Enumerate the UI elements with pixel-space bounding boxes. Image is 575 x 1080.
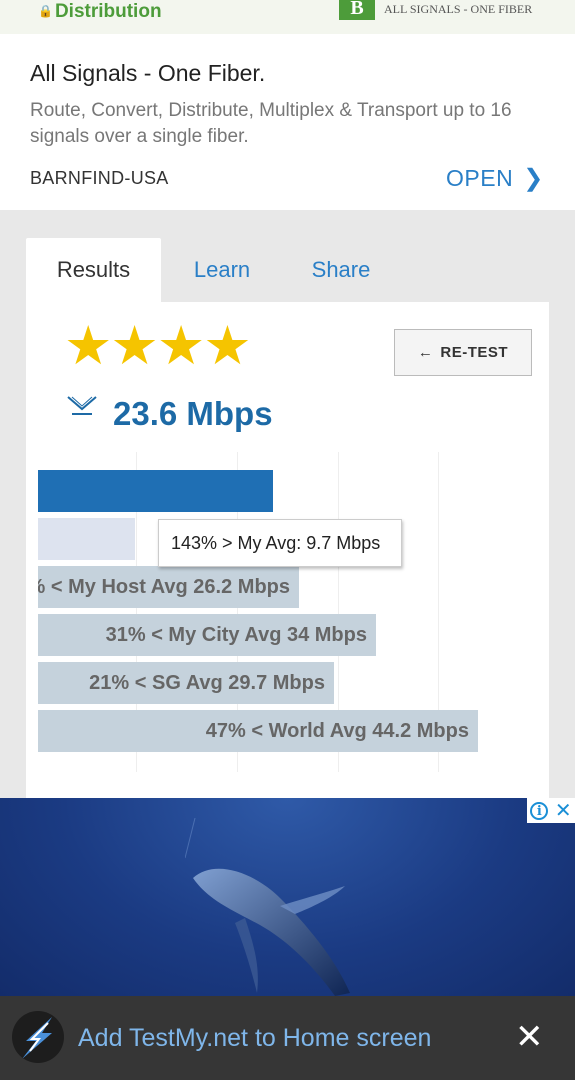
testmy-logo-icon bbox=[12, 1011, 64, 1063]
comparison-bar[interactable]: 10% < My Host Avg 26.2 Mbps bbox=[38, 566, 299, 608]
retest-button[interactable]: ← RE-TEST bbox=[394, 329, 532, 376]
chart-tooltip: 143% > My Avg: 9.7 Mbps bbox=[158, 519, 402, 567]
whale-image bbox=[185, 818, 350, 996]
ad-choices[interactable]: i ✕ bbox=[527, 798, 575, 823]
comparison-bar[interactable]: 31% < My City Avg 34 Mbps bbox=[38, 614, 376, 656]
add-to-home-bar[interactable]: Add TestMy.net to Home screen ✕ bbox=[0, 996, 575, 1080]
ad-advertiser: BARNFIND-USA bbox=[30, 168, 169, 188]
bar-label: 31% < My City Avg 34 Mbps bbox=[105, 624, 367, 646]
comparison-chart: 10% < My Host Avg 26.2 Mbps 31% < My City… bbox=[38, 452, 538, 772]
ad-description: Route, Convert, Distribute, Multiplex & … bbox=[30, 100, 512, 147]
bar-my-speed[interactable] bbox=[38, 470, 273, 512]
add-to-home-text[interactable]: Add TestMy.net to Home screen bbox=[78, 1024, 431, 1053]
download-icon bbox=[67, 396, 97, 415]
bottom-ad[interactable]: i ✕ bbox=[0, 798, 575, 998]
speed-result: 23.6 Mbps bbox=[113, 395, 273, 432]
results-card: ★★★★ ← RE-TEST 23.6 Mbps 10% < My Host A… bbox=[26, 302, 549, 802]
ad-close-icon[interactable]: ✕ bbox=[555, 801, 572, 821]
ad-banner-brand-text: Distribution bbox=[54, 1, 162, 22]
tab-results[interactable]: Results bbox=[26, 238, 161, 304]
ad-open-label: OPEN bbox=[446, 165, 514, 191]
info-icon[interactable]: i bbox=[530, 801, 549, 820]
arrow-left-icon: ← bbox=[417, 344, 434, 361]
tab-share[interactable]: Share bbox=[296, 238, 386, 304]
rating-stars: ★★★★ bbox=[64, 316, 252, 376]
lock-icon: 🔒 bbox=[38, 4, 53, 18]
ad-open-button[interactable]: OPEN ❯ bbox=[446, 164, 544, 193]
tab-learn[interactable]: Learn bbox=[176, 238, 268, 304]
close-icon[interactable]: ✕ bbox=[515, 1020, 544, 1054]
ad-banner-brand: 🔒 Distribution bbox=[38, 1, 162, 23]
ad-logo: B bbox=[339, 0, 375, 20]
top-ad[interactable]: 🔒 Distribution B ALL SIGNALS - ONE FIBER … bbox=[0, 0, 575, 210]
ad-banner-tagline: ALL SIGNALS - ONE FIBER bbox=[384, 2, 533, 16]
comparison-bar[interactable] bbox=[38, 518, 135, 560]
retest-label: RE-TEST bbox=[440, 344, 509, 361]
ad-title[interactable]: All Signals - One Fiber. bbox=[30, 60, 265, 87]
bar-label: 47% < World Avg 44.2 Mbps bbox=[205, 720, 469, 742]
bar-label: 21% < SG Avg 29.7 Mbps bbox=[89, 672, 325, 694]
bar-label: 10% < My Host Avg 26.2 Mbps bbox=[38, 576, 290, 598]
comparison-bar[interactable]: 47% < World Avg 44.2 Mbps bbox=[38, 710, 478, 752]
ad-banner[interactable]: 🔒 Distribution B ALL SIGNALS - ONE FIBER bbox=[0, 0, 575, 34]
comparison-bar[interactable]: 21% < SG Avg 29.7 Mbps bbox=[38, 662, 334, 704]
screen: 🔒 Distribution B ALL SIGNALS - ONE FIBER … bbox=[0, 0, 575, 1080]
chevron-right-icon: ❯ bbox=[523, 165, 544, 192]
